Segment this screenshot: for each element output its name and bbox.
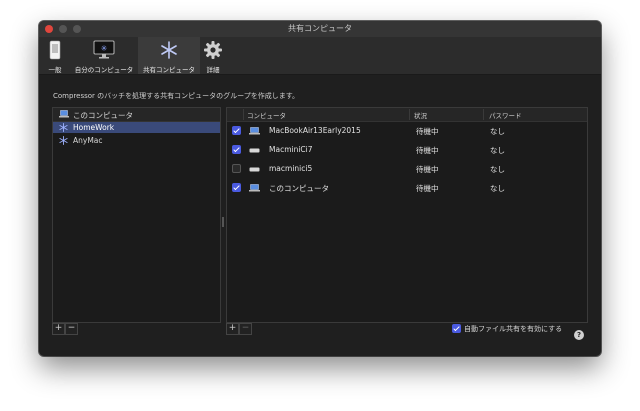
split-view-handle[interactable] <box>221 107 225 336</box>
table-row[interactable]: MacminiCi7 待機中 なし <box>227 141 587 159</box>
computer-checkbox[interactable] <box>232 164 241 173</box>
tab-my-computer-label: 自分のコンピュータ <box>74 66 134 74</box>
list-item[interactable]: AnyMac <box>53 135 220 146</box>
mac-mini-icon <box>249 167 260 172</box>
computer-name: macminici5 <box>269 164 313 173</box>
description-text: Compressor のバッチを処理する共有コンピュータのグループを作成します。 <box>53 92 300 100</box>
snowflake-icon <box>59 136 68 145</box>
laptop-icon <box>59 110 69 118</box>
preferences-window: 共有コンピュータ 一般 ✳ 自分のコンピュータ 共有コンピュータ 詳細 Comp… <box>39 21 601 356</box>
computer-status: 待機中 <box>416 127 439 136</box>
group-list: このコンピュータ HomeWork AnyMac <box>52 107 221 323</box>
computer-password: なし <box>490 184 505 193</box>
computer-password: なし <box>490 146 505 155</box>
list-item[interactable]: HomeWork <box>53 122 220 133</box>
computer-name: MacminiCi7 <box>269 145 313 154</box>
laptop-icon <box>249 127 260 135</box>
tab-shared-computers-label: 共有コンピュータ <box>143 66 195 74</box>
column-header-status[interactable]: 状況 <box>414 110 427 120</box>
tab-my-computer[interactable]: ✳ 自分のコンピュータ <box>72 37 136 74</box>
table-row[interactable]: macminici5 待機中 なし <box>227 160 587 178</box>
group-list-footer: + − <box>52 322 219 335</box>
laptop-icon <box>249 184 260 192</box>
computer-checkbox[interactable] <box>232 126 241 135</box>
add-group-button[interactable]: + <box>52 323 65 335</box>
computer-status: 待機中 <box>416 146 439 155</box>
help-button[interactable]: ? <box>574 330 584 340</box>
group-label: AnyMac <box>73 136 103 145</box>
computer-password: なし <box>490 165 505 174</box>
computer-status: 待機中 <box>416 184 439 193</box>
add-computer-button[interactable]: + <box>226 323 239 335</box>
computer-checkbox[interactable] <box>232 183 241 192</box>
group-label: HomeWork <box>73 123 115 132</box>
tab-advanced-label: 詳細 <box>206 66 220 74</box>
toolbar: 一般 ✳ 自分のコンピュータ 共有コンピュータ 詳細 <box>39 37 601 75</box>
snowflake-icon <box>161 41 177 59</box>
computer-status: 待機中 <box>416 165 439 174</box>
auto-share-checkbox[interactable] <box>452 324 461 333</box>
tab-shared-computers[interactable]: 共有コンピュータ <box>138 37 200 74</box>
remove-group-button[interactable]: − <box>65 323 78 335</box>
tab-general-label: 一般 <box>48 66 62 74</box>
mac-mini-icon <box>249 148 260 153</box>
tab-general[interactable]: 一般 <box>43 37 67 74</box>
title-bar: 共有コンピュータ <box>39 21 601 38</box>
table-row[interactable]: MacBookAir13Early2015 待機中 なし <box>227 122 587 140</box>
tab-advanced[interactable]: 詳細 <box>202 37 224 74</box>
computer-table: コンピュータ 状況 パスワード MacBookAir13Early2015 待機… <box>226 107 588 323</box>
computer-password: なし <box>490 127 505 136</box>
computer-table-footer: + − 自動ファイル共有を有効にする <box>226 322 586 335</box>
table-row[interactable]: このコンピュータ 待機中 なし <box>227 179 587 197</box>
phone-icon <box>49 40 61 60</box>
list-item[interactable]: このコンピュータ <box>53 109 220 120</box>
remove-computer-button[interactable]: − <box>239 323 252 335</box>
window-title: 共有コンピュータ <box>288 24 352 33</box>
monitor-icon: ✳ <box>93 40 115 59</box>
auto-share-label[interactable]: 自動ファイル共有を有効にする <box>464 324 562 334</box>
computer-name: このコンピュータ <box>269 184 329 193</box>
table-header: コンピュータ 状況 パスワード <box>227 108 587 122</box>
column-header-computer[interactable]: コンピュータ <box>247 110 286 120</box>
svg-text:✳: ✳ <box>101 44 108 53</box>
computer-name: MacBookAir13Early2015 <box>269 126 361 135</box>
snowflake-icon <box>59 123 68 132</box>
gear-icon <box>204 41 222 59</box>
group-label: このコンピュータ <box>73 111 133 120</box>
computer-checkbox[interactable] <box>232 145 241 154</box>
column-header-password[interactable]: パスワード <box>489 110 522 120</box>
